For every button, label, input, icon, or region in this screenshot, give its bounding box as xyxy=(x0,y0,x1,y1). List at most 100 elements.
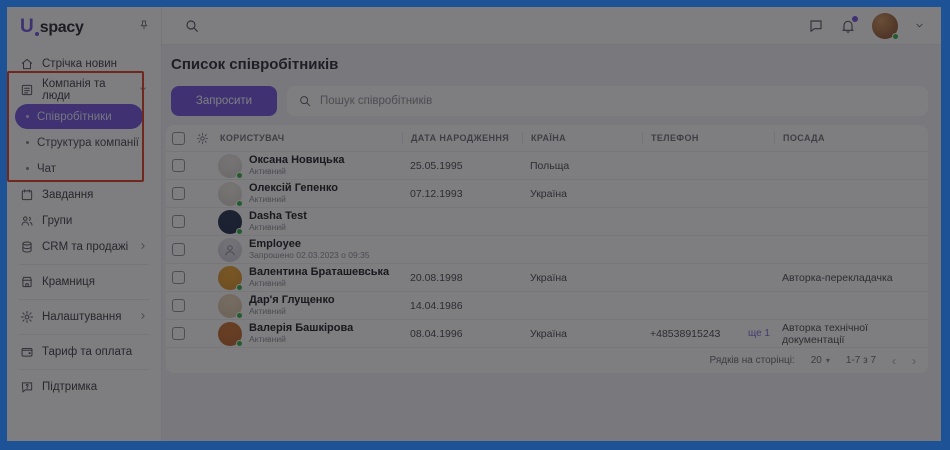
sidebar-item-crm[interactable]: CRM та продажі xyxy=(15,234,153,260)
employees-table: КОРИСТУВАЧ ДАТА НАРОДЖЕННЯ КРАЇНА ТЕЛЕФО… xyxy=(166,125,928,373)
sidebar-item-tariff[interactable]: Тариф та оплата xyxy=(15,339,153,365)
bell-icon[interactable] xyxy=(840,18,856,34)
select-all-checkbox[interactable] xyxy=(172,132,185,145)
chat-icon[interactable] xyxy=(808,18,824,34)
uspacy-logo: U spacy xyxy=(20,16,84,38)
position-cell: Авторка-перекладачка xyxy=(774,272,922,284)
online-status-dot xyxy=(236,200,243,207)
chevron-down-icon[interactable] xyxy=(914,20,925,31)
column-header-position[interactable]: ПОСАДА xyxy=(774,132,922,144)
row-checkbox[interactable] xyxy=(172,159,185,172)
table-row[interactable]: Дар'я ГлущенкоАктивний 14.04.1986 xyxy=(166,291,928,319)
online-status-dot xyxy=(236,340,243,347)
chevron-right-icon xyxy=(138,241,148,254)
table-row[interactable]: Dasha TestАктивний xyxy=(166,207,928,235)
previous-page-button[interactable]: ‹ xyxy=(892,355,896,367)
user-cell: Олексій ГепенкоАктивний xyxy=(218,182,402,206)
user-cell: Dasha TestАктивний xyxy=(218,210,402,234)
column-header-phone[interactable]: ТЕЛЕФОН xyxy=(642,132,774,144)
user-status: Активний xyxy=(249,307,335,316)
user-status: Активний xyxy=(249,195,338,204)
avatar xyxy=(218,182,242,206)
table-row[interactable]: Валентина БраташевськаАктивний 20.08.199… xyxy=(166,263,928,291)
divider xyxy=(19,299,149,300)
chevron-down-icon: ▾ xyxy=(826,356,830,365)
row-checkbox[interactable] xyxy=(172,299,185,312)
rows-per-page-select[interactable]: 20▾ xyxy=(811,355,830,366)
search-icon[interactable] xyxy=(184,18,200,34)
avatar xyxy=(218,322,242,346)
row-checkbox[interactable] xyxy=(172,327,185,340)
user-status: Активний xyxy=(249,279,389,288)
sidebar-item-shop[interactable]: Крамниця xyxy=(15,269,153,295)
row-checkbox[interactable] xyxy=(172,271,185,284)
divider xyxy=(19,264,149,265)
sidebar-item-label: Підтримка xyxy=(42,381,97,393)
sidebar-item-label: Налаштування xyxy=(42,311,121,323)
actions-row: Запросити xyxy=(171,86,928,116)
table-row[interactable]: Олексій ГепенкоАктивний 07.12.1993 Украї… xyxy=(166,179,928,207)
wallet-icon xyxy=(20,345,34,359)
country-cell: Україна xyxy=(522,272,642,284)
online-status-dot xyxy=(892,33,899,40)
user-name: Employee xyxy=(249,238,370,250)
employee-search-input[interactable] xyxy=(287,86,928,116)
sidebar-item-tasks[interactable]: Завдання xyxy=(15,182,153,208)
divider xyxy=(19,369,149,370)
sidebar-item-support[interactable]: Підтримка xyxy=(15,374,153,400)
user-name: Олексій Гепенко xyxy=(249,182,338,194)
sidebar-item-label: CRM та продажі xyxy=(42,241,128,253)
country-cell: Польща xyxy=(522,160,642,172)
user-avatar[interactable] xyxy=(872,13,898,39)
sidebar-item-label: Крамниця xyxy=(42,276,95,288)
user-name: Валерія Башкірова xyxy=(249,322,353,334)
row-checkbox[interactable] xyxy=(172,215,185,228)
pagination: Рядків на сторінці: 20▾ 1-7 з 7 ‹ › xyxy=(166,347,928,373)
user-name: Оксана Новицька xyxy=(249,154,344,166)
user-cell: EmployeeЗапрошено 02.03.2023 о 09:35 xyxy=(218,238,402,262)
user-status: Активний xyxy=(249,167,344,176)
table-settings-gear-icon[interactable] xyxy=(196,132,218,145)
sidebar-item-groups[interactable]: Групи xyxy=(15,208,153,234)
user-cell: Оксана НовицькаАктивний xyxy=(218,154,402,178)
user-name: Дар'я Глущенко xyxy=(249,294,335,306)
next-page-button[interactable]: › xyxy=(912,355,916,367)
sidebar-header: U spacy xyxy=(7,7,161,47)
birthdate-cell: 07.12.1993 xyxy=(402,188,522,200)
divider xyxy=(19,334,149,335)
topbar xyxy=(162,7,941,45)
rows-per-page-label: Рядків на сторінці: xyxy=(710,355,795,366)
logo-dot-icon xyxy=(35,32,39,36)
table-row[interactable]: Валерія БашкіроваАктивний 08.04.1996 Укр… xyxy=(166,319,928,347)
table-row[interactable]: EmployeeЗапрошено 02.03.2023 о 09:35 xyxy=(166,235,928,263)
sidebar-item-settings[interactable]: Налаштування xyxy=(15,304,153,330)
user-status: Активний xyxy=(249,335,353,344)
online-status-dot xyxy=(236,228,243,235)
sidebar-item-label: Групи xyxy=(42,215,72,227)
logo-text: spacy xyxy=(40,19,84,37)
column-header-country[interactable]: КРАЇНА xyxy=(522,132,642,144)
column-header-birthdate[interactable]: ДАТА НАРОДЖЕННЯ xyxy=(402,132,522,144)
avatar-placeholder xyxy=(218,238,242,262)
pin-icon[interactable] xyxy=(138,18,150,36)
row-checkbox[interactable] xyxy=(172,243,185,256)
user-cell: Валентина БраташевськаАктивний xyxy=(218,266,402,290)
column-header-user[interactable]: КОРИСТУВАЧ xyxy=(218,132,402,144)
table-row[interactable]: Оксана НовицькаАктивний 25.05.1995 Польщ… xyxy=(166,151,928,179)
avatar xyxy=(218,266,242,290)
phone-cell: +48538915243ще 1 xyxy=(642,328,774,340)
person-icon xyxy=(222,242,238,258)
sidebar-item-label: Тариф та оплата xyxy=(42,346,132,358)
employee-search xyxy=(287,86,928,116)
row-checkbox[interactable] xyxy=(172,187,185,200)
invite-button[interactable]: Запросити xyxy=(171,86,277,116)
page-content: Список співробітників Запросити КОРИСТУВ… xyxy=(162,45,941,441)
birthdate-cell: 08.04.1996 xyxy=(402,328,522,340)
sidebar-item-label: Завдання xyxy=(42,189,93,201)
support-icon xyxy=(20,380,34,394)
country-cell: Україна xyxy=(522,328,642,340)
more-phones-badge[interactable]: ще 1 xyxy=(748,328,770,339)
main-area: Список співробітників Запросити КОРИСТУВ… xyxy=(162,7,941,441)
annotation-highlight-box xyxy=(7,71,144,182)
user-cell: Дар'я ГлущенкоАктивний xyxy=(218,294,402,318)
